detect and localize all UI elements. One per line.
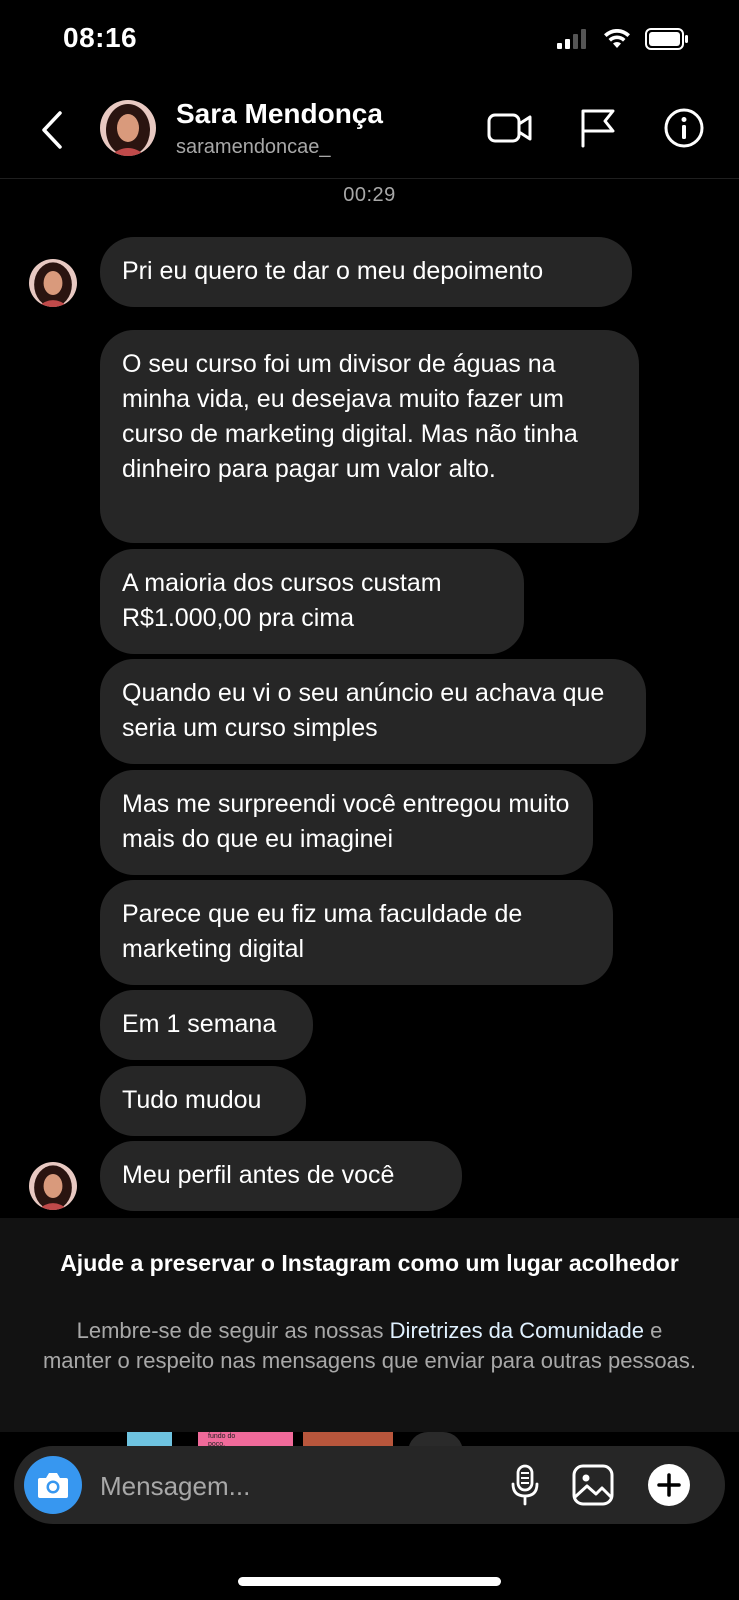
back-button[interactable] — [32, 108, 72, 152]
contact-username[interactable]: saramendoncae_ — [176, 136, 331, 159]
chat-header: Sara Mendonça saramendoncae_ — [0, 90, 739, 179]
video-call-icon — [487, 113, 532, 143]
report-button[interactable] — [574, 104, 622, 152]
plus-icon — [648, 1464, 690, 1506]
battery-icon — [645, 28, 689, 55]
message-bubble[interactable]: O seu curso foi um divisor de águas na m… — [100, 330, 639, 543]
flag-icon — [581, 109, 615, 148]
status-time: 08:16 — [63, 22, 138, 53]
community-notice: Ajude a preservar o Instagram como um lu… — [0, 1218, 739, 1432]
message-bubble[interactable]: A maioria dos cursos custam R$1.000,00 p… — [100, 549, 524, 654]
contact-name[interactable]: Sara Mendonça — [176, 98, 383, 130]
voice-message-button[interactable] — [500, 1460, 550, 1510]
home-indicator — [238, 1577, 501, 1586]
notice-title: Ajude a preservar o Instagram como um lu… — [60, 1250, 679, 1276]
wifi-icon — [603, 28, 631, 54]
message-bubble[interactable]: Mas me surpreendi você entregou muito ma… — [100, 770, 593, 875]
info-icon — [664, 108, 704, 148]
signal-icon — [557, 29, 589, 54]
message-composer — [14, 1446, 725, 1524]
camera-icon — [38, 1473, 68, 1498]
status-icons — [557, 28, 689, 55]
notice-text: Lembre-se de seguir as nossas — [76, 1318, 390, 1343]
community-guidelines-link[interactable]: Diretrizes da Comunidade — [390, 1318, 644, 1343]
more-options-button[interactable] — [644, 1460, 694, 1510]
gallery-icon — [572, 1464, 614, 1506]
message-bubble[interactable]: Parece que eu fiz uma faculdade de marke… — [100, 880, 613, 985]
message-input[interactable] — [98, 1460, 492, 1512]
sender-avatar[interactable] — [29, 259, 77, 307]
back-icon — [42, 111, 62, 149]
message-timestamp: 00:29 — [343, 184, 396, 206]
header-avatar[interactable] — [100, 100, 156, 156]
message-bubble[interactable]: Meu perfil antes de você — [100, 1141, 462, 1211]
camera-button[interactable] — [24, 1456, 82, 1514]
notice-body: Lembre-se de seguir as nossas Diretrizes… — [40, 1316, 699, 1376]
info-button[interactable] — [660, 104, 708, 152]
message-bubble[interactable]: Tudo mudou — [100, 1066, 306, 1136]
message-bubble[interactable]: Quando eu vi o seu anúncio eu achava que… — [100, 659, 646, 764]
message-bubble[interactable]: Em 1 semana — [100, 990, 313, 1060]
message-bubble[interactable]: Pri eu quero te dar o meu depoimento — [100, 237, 632, 307]
status-bar: 08:16 — [0, 0, 739, 80]
gallery-button[interactable] — [568, 1460, 618, 1510]
sender-avatar[interactable] — [29, 1162, 77, 1210]
microphone-icon — [511, 1464, 539, 1506]
video-call-button[interactable] — [486, 104, 534, 152]
